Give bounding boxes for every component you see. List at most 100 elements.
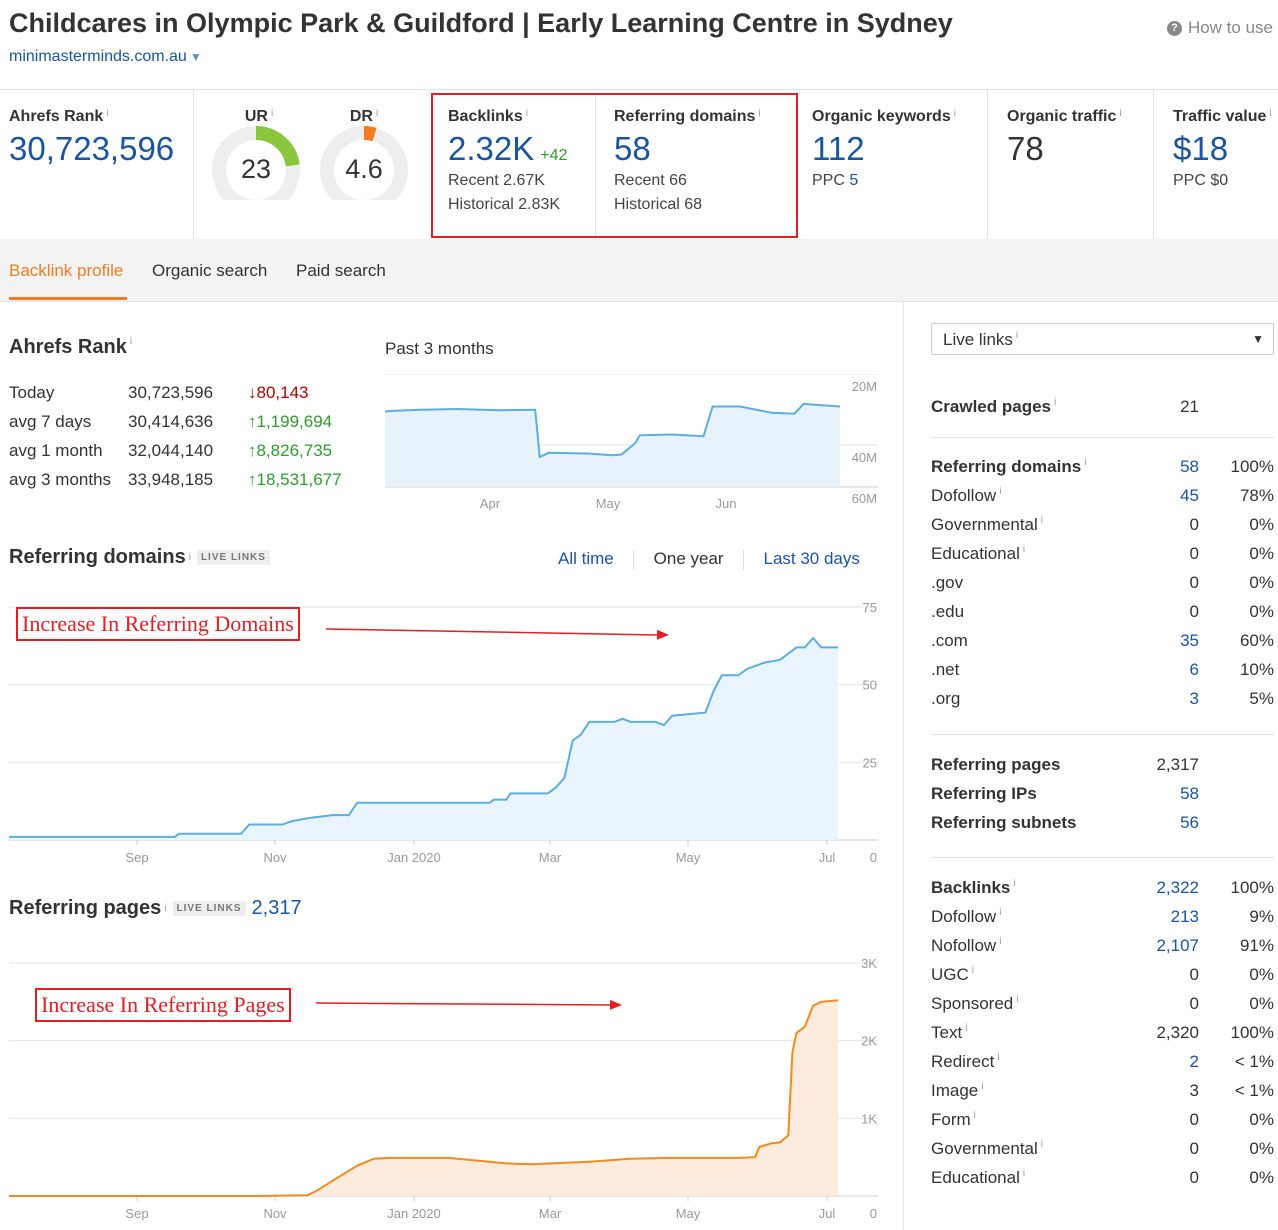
metric-value: 4.6 — [345, 154, 383, 184]
rank-change-value: 18,531,677 — [256, 469, 342, 489]
row-value[interactable]: 35 — [1180, 631, 1199, 651]
annotation-arrow-line — [315, 1002, 613, 1006]
row-label: Image — [931, 1081, 979, 1100]
stat-row: Sponsored i 0 0% — [931, 994, 1274, 1013]
row-percent: 100% — [1230, 457, 1274, 476]
organic-traffic-metric: Organic traffic i 78 — [1007, 108, 1122, 167]
chevron-down-icon: ▼ — [1252, 332, 1264, 346]
row-value[interactable]: 2 — [1190, 1052, 1199, 1072]
annotation-arrow-line — [325, 628, 660, 636]
y-tick-label: 3K — [861, 956, 877, 971]
traffic-value-metric: Traffic value i $18 PPC $0 — [1173, 108, 1272, 189]
stat-row: Referring IPs 58 — [931, 780, 1274, 809]
how-to-use-link[interactable]: ? How to use — [1166, 18, 1273, 38]
chevron-down-icon[interactable]: ▼ — [190, 50, 202, 64]
x-tick-label: May — [596, 496, 621, 511]
tab-paid-search[interactable]: Paid search — [296, 261, 386, 281]
row-value: 2,317 — [1156, 755, 1199, 774]
metric-value[interactable]: 112 — [812, 130, 956, 168]
stat-row: Referring subnets 56 — [931, 809, 1274, 838]
stat-row: .gov 0 0% — [931, 569, 1274, 598]
section-title-text: Ahrefs Rank — [9, 336, 127, 358]
row-value[interactable]: 58 — [1180, 457, 1199, 477]
row-label: Referring pages — [931, 755, 1061, 774]
metric-label: Backlinks — [448, 108, 523, 125]
row-value[interactable]: 2,322 — [1156, 878, 1199, 898]
backlinks-metric: Backlinks i 2.32K +42 Recent 2.67K Histori… — [448, 108, 568, 213]
stat-row: Text i 2,320 100% — [931, 1023, 1274, 1042]
live-links-select[interactable]: Live links i ▼ — [931, 323, 1274, 355]
dr-gauge-fill — [363, 126, 377, 142]
tab-organic-search[interactable]: Organic search — [152, 261, 267, 281]
row-label: .edu — [931, 602, 965, 621]
row-percent: 78% — [1239, 486, 1274, 505]
metric-value[interactable]: 2.32K — [448, 130, 534, 167]
metric-recent: Recent 66 — [614, 172, 687, 189]
period-one-year[interactable]: One year — [654, 549, 724, 568]
row-label: .net — [931, 660, 960, 679]
y-tick-label: 25 — [863, 755, 877, 770]
stat-row: Nofollow i 2,107 91% — [931, 936, 1274, 956]
rank-label: Today — [9, 382, 55, 402]
row-value: 0 — [1189, 965, 1199, 984]
row-value[interactable]: 213 — [1171, 907, 1199, 927]
metric-value[interactable]: $18 — [1173, 130, 1272, 168]
metric-value: 78 — [1007, 130, 1044, 167]
y-tick-label: 2K — [861, 1034, 877, 1049]
referring-domains-header: Referring domains i LIVE LINKS — [9, 546, 270, 569]
metric-delta: +42 — [540, 147, 568, 164]
row-label: Referring subnets — [931, 813, 1077, 832]
metric-value[interactable]: 30,723,596 — [9, 130, 174, 168]
row-percent: 0% — [1249, 965, 1274, 984]
period-all-time[interactable]: All time — [558, 549, 614, 568]
stat-row: .edu 0 0% — [931, 598, 1274, 627]
x-tick-label: Jan 2020 — [387, 1206, 441, 1221]
x-tick-label: Sep — [125, 1206, 148, 1221]
arrow-head-icon — [656, 629, 669, 640]
x-tick-label: Apr — [480, 496, 501, 511]
row-percent: 0% — [1249, 994, 1274, 1013]
row-value: 0 — [1189, 1168, 1199, 1187]
rank-table: Today 30,723,596 ↓80,143 avg 7 days 30,41… — [9, 378, 342, 494]
rank-change: ↑18,531,677 — [248, 465, 342, 494]
row-value: 2,320 — [1156, 1023, 1199, 1042]
metric-label: Ahrefs Rank — [9, 108, 104, 125]
row-value[interactable]: 58 — [1180, 784, 1199, 804]
metric-value[interactable]: 58 — [614, 130, 761, 168]
ahrefs-rank-chart[interactable]: 20M 40M 60M Apr May Jun — [385, 374, 878, 519]
row-value[interactable]: 2,107 — [1156, 936, 1199, 956]
stat-row: Referring domains i 58 100% — [931, 457, 1274, 477]
x-tick-label: Jun — [716, 496, 737, 511]
section-title: Referring domains — [9, 546, 186, 568]
stat-row: Educational i 0 0% — [931, 544, 1274, 563]
arrow-head-icon — [609, 999, 622, 1010]
how-to-use-label[interactable]: How to use — [1188, 18, 1273, 38]
rank-change: ↓80,143 — [248, 378, 342, 407]
stat-row: Governmental i 0 0% — [931, 515, 1274, 534]
organic-keywords-metric: Organic keywords i 112 PPC 5 — [812, 108, 956, 189]
x-tick-label: Jul — [819, 1206, 836, 1221]
period-selector: All time One year Last 30 days — [558, 549, 860, 570]
stat-row: UGC i 0 0% — [931, 965, 1274, 984]
site-url[interactable]: minimasterminds.com.au — [9, 48, 187, 65]
row-label: UGC — [931, 965, 969, 984]
row-value[interactable]: 56 — [1180, 813, 1199, 833]
tab-backlink-profile[interactable]: Backlink profile — [9, 261, 123, 281]
tab-bar: Backlink profile Organic search Paid sea… — [0, 239, 1278, 302]
row-label: .com — [931, 631, 968, 650]
period-last-30-days[interactable]: Last 30 days — [763, 549, 859, 568]
site-url-dropdown[interactable]: minimasterminds.com.au ▼ — [9, 48, 202, 66]
stat-row: Governmental i 0 0% — [931, 1139, 1274, 1158]
ppc-value[interactable]: 5 — [849, 172, 858, 189]
live-links-badge: LIVE LINKS — [172, 901, 246, 916]
row-value[interactable]: 45 — [1180, 486, 1199, 506]
row-value[interactable]: 6 — [1190, 660, 1199, 680]
row-percent: < 1% — [1234, 1081, 1274, 1100]
y-tick-label: 0 — [870, 850, 877, 865]
arrow-up-icon: ↑ — [248, 469, 257, 489]
referring-pages-value[interactable]: 2,317 — [252, 897, 302, 920]
row-value: 3 — [1189, 1081, 1199, 1100]
row-label: .gov — [931, 573, 964, 592]
row-label: Text — [931, 1023, 963, 1042]
row-value[interactable]: 3 — [1190, 689, 1199, 709]
